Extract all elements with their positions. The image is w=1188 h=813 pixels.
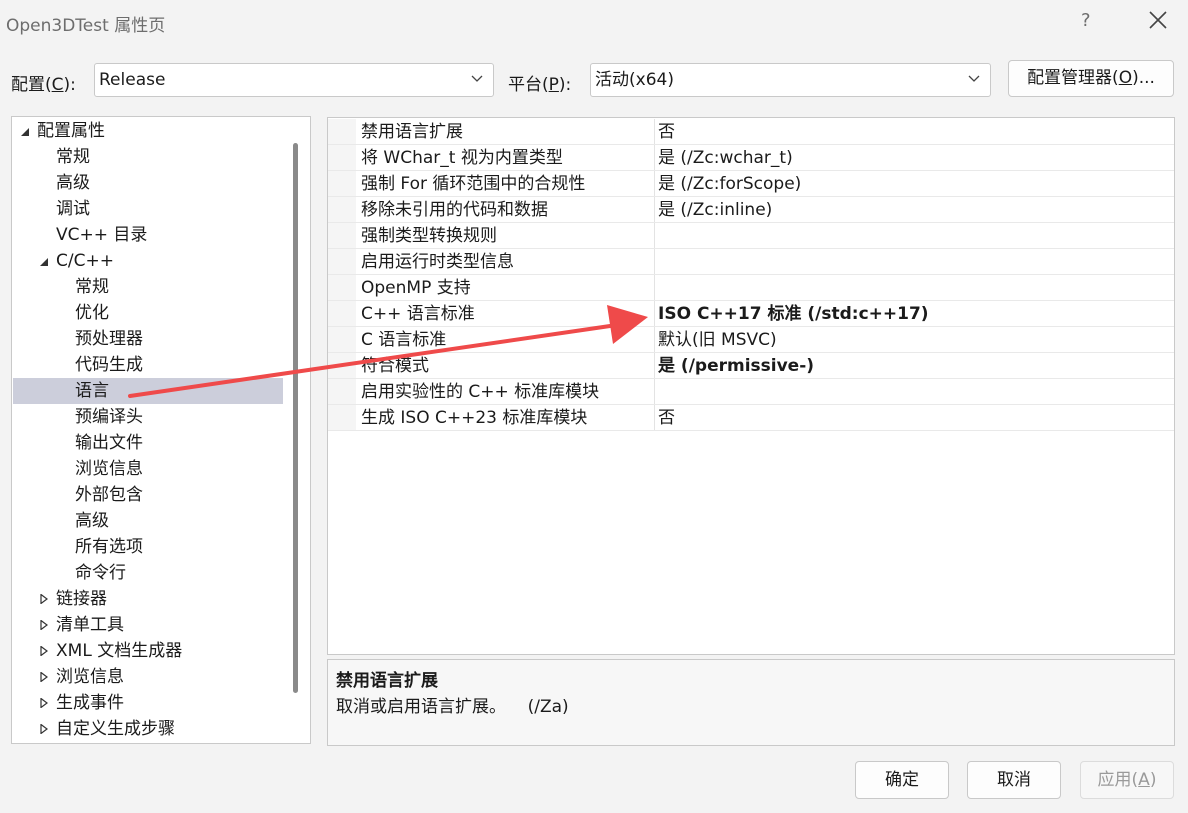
annotation-arrow: [128, 305, 648, 398]
